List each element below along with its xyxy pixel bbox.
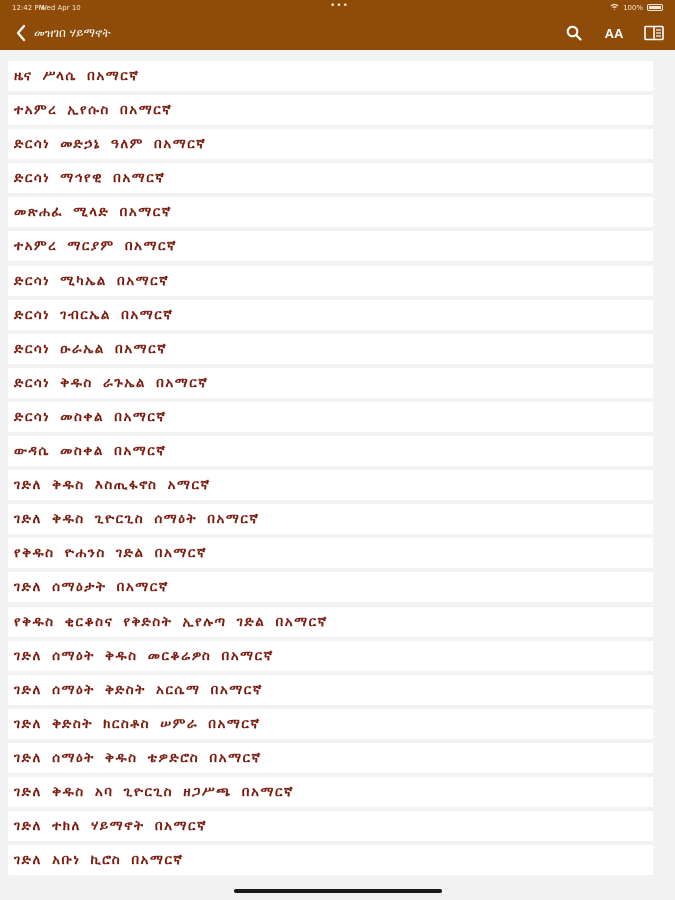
list-item[interactable]: ገድለ ቅድስት ክርስቶስ ሠምራ በአማርኛ [8, 708, 653, 739]
list-item-label: ገድለ ቅዱስ ጊዮርጊስ ሰማዕት በአማርኛ [14, 511, 260, 528]
list-item[interactable]: ገድለ ሰማዕት ቅዱስ መርቆሬዎስ በአማርኛ [8, 640, 653, 671]
list-item[interactable]: ገድለ ሰማዕት ቅዱስ ቴዎድሮስ በአማርኛ [8, 742, 653, 773]
nav-actions: AA [563, 22, 665, 44]
list-item[interactable]: ድርሳነ መድኃኔ ዓለም በአማርኛ [8, 129, 653, 160]
list-item[interactable]: ገድለ ቅዱስ ጊዮርጊስ ሰማዕት በአማርኛ [8, 504, 653, 535]
list-item[interactable]: ድርሳነ ቅዱስ ራጉኤል በአማርኛ [8, 367, 653, 398]
list-item-label: መጽሐፈ ሚላድ በአማርኛ [14, 204, 172, 221]
list-item-label: ድርሳነ መስቀል በአማርኛ [14, 408, 167, 425]
list-item[interactable]: ድርሳነ መስቀል በአማርኛ [8, 401, 653, 432]
list-item-label: ገድለ ቅዱስ አባ ጊዮርጊስ ዘጋሥጫ በአማርኛ [14, 783, 295, 800]
list-item[interactable]: ገድለ አቡነ ኪሮስ በአማርኛ [8, 845, 653, 876]
back-button[interactable]: መዝገበ ሃይማኖት [14, 22, 111, 44]
list-item[interactable]: ተአምረ ኢየሱስ በአማርኛ [8, 95, 653, 126]
app-header: 12:42 PM Wed Apr 10 ••• 100% መዝገበ ሃይማኖት … [0, 0, 675, 50]
battery-percent: 100% [622, 3, 643, 12]
wifi-icon [610, 3, 619, 12]
multitask-dots-icon[interactable]: ••• [330, 1, 349, 11]
list-item-label: ድርሳነ ሚካኤል በአማርኛ [14, 272, 170, 289]
list-item-label: ገድለ ቅድስት ክርስቶስ ሠምራ በአማርኛ [14, 715, 261, 732]
list-item[interactable]: ገድለ ቅዱስ አባ ጊዮርጊስ ዘጋሥጫ በአማርኛ [8, 776, 653, 807]
list-item-label: ድርሳነ ዑራኤል በአማርኛ [14, 340, 168, 357]
chevron-left-icon [14, 22, 28, 44]
list-item-label: ድርሳነ ማኅየዊ በአማርኛ [14, 170, 166, 187]
list-item[interactable]: ገድለ ቅዱስ እስጢፋኖስ አማርኛ [8, 470, 653, 501]
list-item[interactable]: መጽሐፈ ሚላድ በአማርኛ [8, 197, 653, 228]
list-item[interactable]: የቅዱስ ዮሐንስ ገድል በአማርኛ [8, 538, 653, 569]
search-icon[interactable] [563, 22, 585, 44]
list-item-label: የቅዱስ ዮሐንስ ገድል በአማርኛ [14, 545, 207, 562]
list-item-label: ውዳሴ መስቀል በአማርኛ [14, 443, 167, 460]
status-date: Wed Apr 10 [40, 4, 81, 12]
list-item-label: ገድለ ሰማዕት ቅዱስ ቴዎድሮስ በአማርኛ [14, 749, 262, 766]
nav-bar: መዝገበ ሃይማኖት AA [0, 18, 675, 48]
list-item[interactable]: ዜና ሥላሴ በአማርኛ [8, 61, 653, 91]
list-item-label: ገድለ ተክለ ሃይማኖት በአማርኛ [14, 818, 208, 835]
page-title: መዝገበ ሃይማኖት [34, 25, 111, 40]
home-indicator[interactable] [234, 889, 442, 893]
list-item[interactable]: ድርሳነ ዑራኤል በአማርኛ [8, 333, 653, 364]
list-item[interactable]: ውዳሴ መስቀል በአማርኛ [8, 436, 653, 467]
font-size-icon[interactable]: AA [603, 22, 625, 44]
list-item[interactable]: ተአምረ ማርያም በአማርኛ [8, 231, 653, 262]
list-item[interactable]: ድርሳነ ገብርኤል በአማርኛ [8, 299, 653, 330]
list-item-label: ገድለ ቅዱስ እስጢፋኖስ አማርኛ [14, 477, 211, 494]
list-item[interactable]: ገድለ ሰማዕታት በአማርኛ [8, 572, 653, 603]
battery-icon [647, 4, 663, 11]
list-item[interactable]: ድርሳነ ማኅየዊ በአማርኛ [8, 163, 653, 194]
list-item[interactable]: ገድለ ተክለ ሃይማኖት በአማርኛ [8, 811, 653, 842]
list-item-label: ተአምረ ማርያም በአማርኛ [14, 238, 178, 255]
list-item-label: ገድለ አቡነ ኪሮስ በአማርኛ [14, 852, 184, 869]
list-item[interactable]: ገድለ ሰማዕት ቅድስት አርሴማ በአማርኛ [8, 674, 653, 705]
list-item-label: ተአምረ ኢየሱስ በአማርኛ [14, 102, 173, 119]
book-icon[interactable] [643, 22, 665, 44]
list-item-label: ዜና ሥላሴ በአማርኛ [14, 68, 140, 84]
list-item[interactable]: ድርሳነ ሚካኤል በአማርኛ [8, 265, 653, 296]
list-item-label: ድርሳነ ቅዱስ ራጉኤል በአማርኛ [14, 374, 209, 391]
status-right: 100% [610, 3, 663, 12]
status-bar: 12:42 PM Wed Apr 10 ••• 100% [0, 0, 675, 16]
list-item-label: ድርሳነ መድኃኔ ዓለም በአማርኛ [14, 136, 207, 153]
list-item-label: ገድለ ሰማዕት ቅድስት አርሴማ በአማርኛ [14, 681, 263, 698]
list-item-label: ገድለ ሰማዕት ቅዱስ መርቆሬዎስ በአማርኛ [14, 647, 274, 664]
book-list: ዜና ሥላሴ በአማርኛ ተአምረ ኢየሱስ በአማርኛ ድርሳነ መድኃኔ ዓለም… [8, 61, 653, 879]
list-item[interactable]: የቅዱስ ቂርቆስና የቅድስት ኢየሉጣ ገድል በአማርኛ [8, 606, 653, 637]
list-item-label: ድርሳነ ገብርኤል በአማርኛ [14, 306, 174, 323]
list-item-label: ገድለ ሰማዕታት በአማርኛ [14, 579, 169, 596]
list-item-label: የቅዱስ ቂርቆስና የቅድስት ኢየሉጣ ገድል በአማርኛ [14, 613, 328, 630]
